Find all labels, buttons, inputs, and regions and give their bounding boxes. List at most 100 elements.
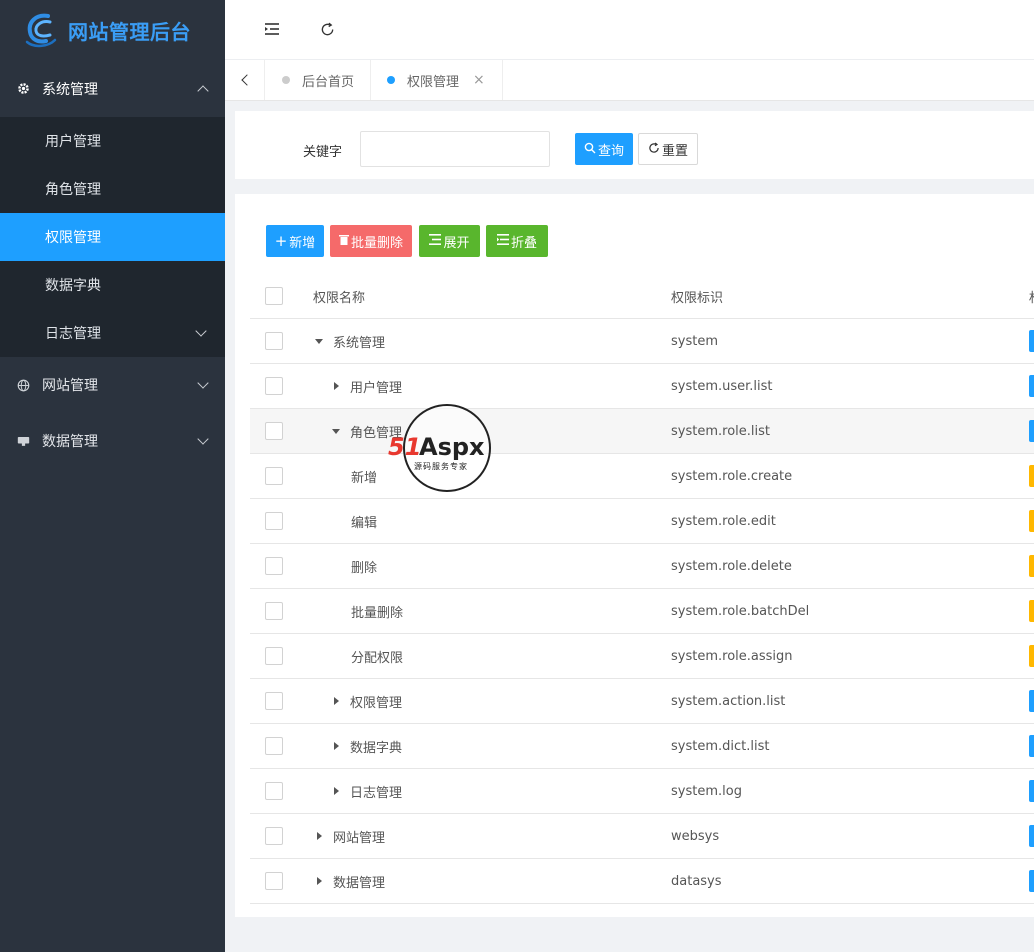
chevron-down-icon	[197, 433, 209, 445]
row-checkbox[interactable]	[265, 602, 283, 620]
row-type-badge	[1029, 465, 1034, 487]
row-type-badge	[1029, 510, 1034, 532]
tab-label: 后台首页	[302, 74, 355, 90]
table-row: 权限管理 system.action.list	[250, 679, 1034, 724]
row-checkbox[interactable]	[265, 512, 283, 530]
search-panel: 关键字 查询 重置	[235, 111, 1034, 179]
table-row: 批量删除 system.role.batchDel	[250, 589, 1034, 634]
batch-delete-label: 批量删除	[350, 235, 403, 251]
caret-down-icon[interactable]	[315, 338, 323, 344]
collapse-button[interactable]: 折叠	[486, 225, 548, 257]
row-name: 权限管理	[350, 695, 403, 711]
tab-scroll-left-button[interactable]	[225, 60, 265, 100]
brand-title: 网站管理后台	[68, 19, 191, 44]
row-type-badge	[1029, 555, 1034, 577]
sidebar-item-dictionary[interactable]: 数据字典	[0, 261, 225, 309]
caret-right-icon[interactable]	[317, 832, 322, 840]
menu-group-label: 系统管理	[42, 81, 98, 98]
row-checkbox[interactable]	[265, 737, 283, 755]
table-row: 数据字典 system.dict.list	[250, 724, 1034, 769]
expand-button[interactable]: 展开	[419, 225, 480, 257]
caret-down-icon[interactable]	[332, 428, 340, 434]
table-row: 网站管理 websys	[250, 814, 1034, 859]
row-type-badge	[1029, 375, 1034, 397]
caret-right-icon[interactable]	[334, 382, 339, 390]
menu-group-website[interactable]: 网站管理	[0, 357, 225, 413]
sidebar-item-label: 日志管理	[45, 326, 101, 342]
sidebar: 网站管理后台 系统管理 用户管理 角色管理 权限管理 数据字典 日志管理 网站管…	[0, 0, 225, 952]
add-button[interactable]: + 新增	[266, 225, 324, 257]
caret-right-icon[interactable]	[334, 742, 339, 750]
row-name-cell: 系统管理	[315, 332, 385, 351]
sidebar-item-users[interactable]: 用户管理	[0, 117, 225, 165]
row-checkbox[interactable]	[265, 557, 283, 575]
row-name-cell: 权限管理	[332, 692, 402, 711]
reset-button[interactable]: 重置	[638, 133, 698, 165]
row-checkbox[interactable]	[265, 422, 283, 440]
table-row: 日志管理 system.log	[250, 769, 1034, 814]
row-checkbox[interactable]	[265, 782, 283, 800]
table-row: 数据管理 datasys	[250, 859, 1034, 904]
row-name: 用户管理	[350, 380, 403, 396]
row-checkbox[interactable]	[265, 872, 283, 890]
row-code: system.role.assign	[671, 648, 793, 664]
row-type-badge	[1029, 600, 1034, 622]
row-name: 网站管理	[333, 830, 386, 846]
row-code: system.role.delete	[671, 558, 792, 574]
tab-home[interactable]: 后台首页	[266, 60, 371, 100]
row-code: system.action.list	[671, 693, 786, 709]
caret-right-icon[interactable]	[334, 697, 339, 705]
row-name: 系统管理	[333, 335, 386, 351]
row-name: 日志管理	[350, 785, 403, 801]
chevron-up-icon	[197, 84, 209, 97]
tab-permissions[interactable]: 权限管理 ×	[371, 60, 503, 100]
row-name: 数据管理	[333, 875, 386, 891]
row-name-cell: 角色管理	[332, 422, 402, 441]
row-checkbox[interactable]	[265, 827, 283, 845]
row-name-cell: 数据管理	[315, 872, 385, 891]
top-header	[225, 0, 1034, 60]
tab-dot-icon	[282, 76, 290, 84]
plus-icon: +	[274, 232, 288, 250]
chevron-left-icon	[240, 74, 253, 86]
menu-group-data[interactable]: 数据管理	[0, 413, 225, 469]
sidebar-item-label: 数据字典	[45, 278, 101, 294]
add-button-label: 新增	[289, 235, 316, 251]
row-type-badge	[1029, 330, 1034, 352]
menu-group-system[interactable]: 系统管理	[0, 60, 225, 117]
sidebar-item-roles[interactable]: 角色管理	[0, 165, 225, 213]
tab-bar: 后台首页 权限管理 ×	[225, 60, 1034, 101]
refresh-icon[interactable]	[316, 18, 338, 40]
row-type-badge	[1029, 825, 1034, 847]
caret-right-icon[interactable]	[317, 877, 322, 885]
row-checkbox[interactable]	[265, 377, 283, 395]
row-checkbox[interactable]	[265, 647, 283, 665]
brand-logo[interactable]: 网站管理后台	[0, 0, 225, 60]
query-button[interactable]: 查询	[575, 133, 633, 165]
sidebar-item-logs[interactable]: 日志管理	[0, 309, 225, 357]
caret-right-icon[interactable]	[334, 787, 339, 795]
column-header-code: 权限标识	[671, 290, 724, 306]
row-name-cell: 用户管理	[332, 377, 402, 396]
sidebar-item-permissions[interactable]: 权限管理	[0, 213, 225, 261]
chevron-down-icon	[197, 377, 209, 389]
row-checkbox[interactable]	[265, 467, 283, 485]
row-checkbox[interactable]	[265, 332, 283, 350]
row-checkbox[interactable]	[265, 692, 283, 710]
select-all-checkbox[interactable]	[265, 287, 283, 305]
batch-delete-button[interactable]: 批量删除	[330, 225, 412, 257]
refresh-icon	[648, 141, 660, 157]
row-name-cell: 网站管理	[315, 827, 385, 846]
close-icon[interactable]: ×	[473, 72, 485, 88]
keyword-input[interactable]	[360, 131, 550, 167]
search-icon	[584, 142, 596, 157]
tab-label: 权限管理	[407, 74, 460, 90]
row-code: datasys	[671, 873, 722, 889]
trash-icon	[338, 234, 349, 248]
menu-toggle-icon[interactable]	[261, 18, 283, 40]
row-name-cell: 编辑	[351, 512, 377, 531]
row-name: 删除	[351, 560, 378, 576]
table-row: 角色管理 system.role.list	[250, 409, 1034, 454]
row-name-cell: 删除	[351, 557, 377, 576]
sidebar-item-label: 权限管理	[45, 230, 101, 246]
